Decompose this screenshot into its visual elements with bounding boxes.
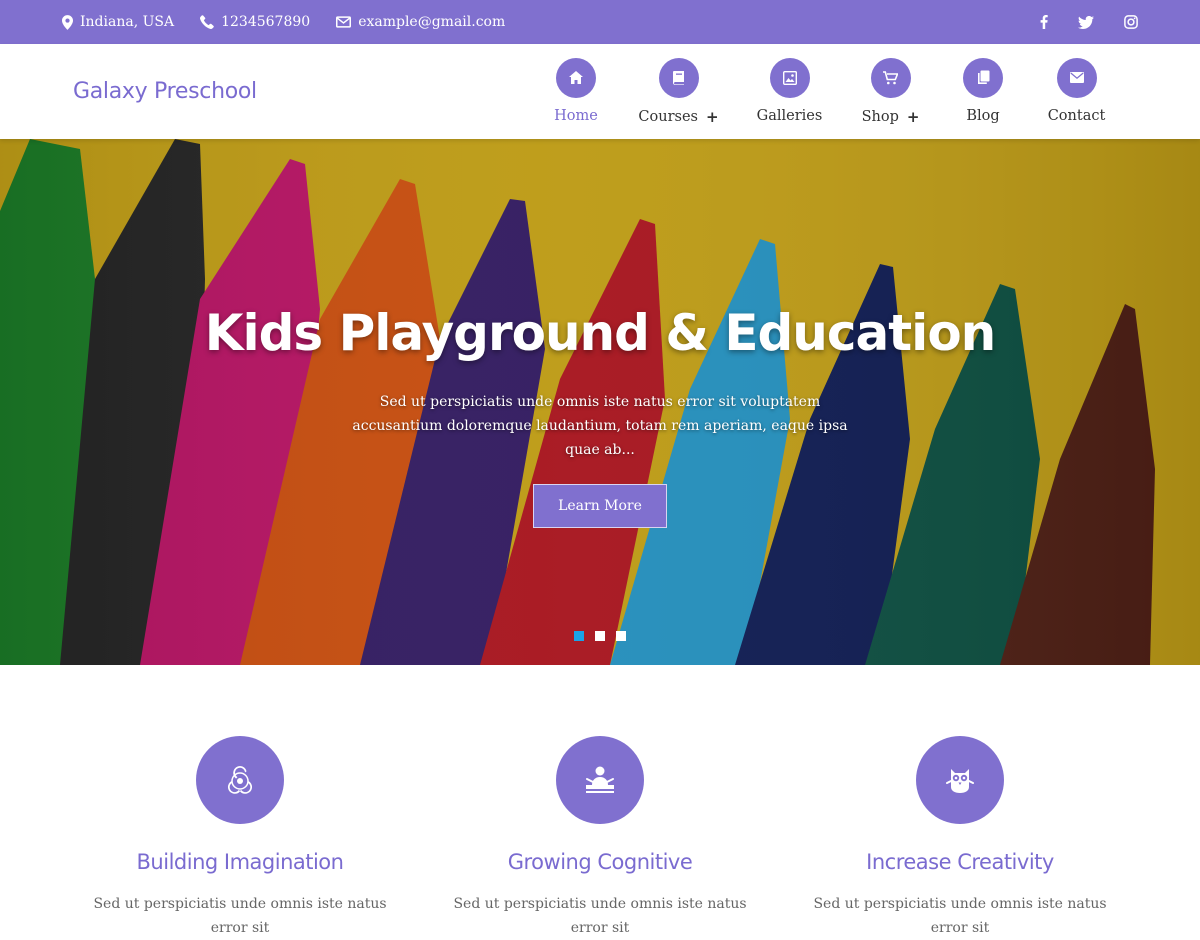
main-nav: Home Courses + Galleries Shop + Blog Con… bbox=[536, 57, 1130, 126]
email-text[interactable]: example@gmail.com bbox=[358, 14, 505, 30]
location-info: Indiana, USA bbox=[62, 14, 174, 30]
nav-label-shop: Shop bbox=[861, 108, 899, 125]
learn-more-button[interactable]: Learn More bbox=[533, 484, 667, 528]
biohazard-icon bbox=[196, 736, 284, 824]
nav-label-blog: Blog bbox=[966, 107, 1000, 124]
feature-title: Growing Cognitive bbox=[507, 850, 693, 874]
book-icon bbox=[658, 57, 699, 98]
feature-building-imagination: Building Imagination Sed ut perspiciatis… bbox=[60, 736, 420, 940]
feature-increase-creativity: Increase Creativity Sed ut perspiciatis … bbox=[780, 736, 1140, 940]
social-links bbox=[1040, 15, 1138, 29]
cart-icon bbox=[870, 57, 911, 98]
feature-text: Sed ut perspiciatis unde omnis iste natu… bbox=[453, 896, 747, 936]
nav-item-galleries[interactable]: Galleries bbox=[741, 57, 838, 126]
courses-expand-icon[interactable]: + bbox=[706, 108, 719, 126]
nav-item-blog[interactable]: Blog bbox=[943, 57, 1023, 126]
slider-dots bbox=[0, 631, 1200, 641]
nav-item-home[interactable]: Home bbox=[536, 57, 616, 126]
gallery-icon bbox=[769, 57, 810, 98]
slider-dot-3[interactable] bbox=[616, 631, 626, 641]
nav-item-courses[interactable]: Courses + bbox=[616, 57, 741, 126]
nav-item-contact[interactable]: Contact bbox=[1023, 57, 1130, 126]
hero-slider: Kids Playground & Education Sed ut persp… bbox=[0, 139, 1200, 665]
top-bar: Indiana, USA 1234567890 example@gmail.co… bbox=[0, 0, 1200, 44]
teacher-icon bbox=[556, 736, 644, 824]
feature-text: Sed ut perspiciatis unde omnis iste natu… bbox=[813, 896, 1107, 936]
feature-growing-cognitive: Growing Cognitive Sed ut perspiciatis un… bbox=[420, 736, 780, 940]
shop-expand-icon[interactable]: + bbox=[907, 108, 920, 126]
site-header: Galaxy Preschool Home Courses + Galleries… bbox=[0, 44, 1200, 139]
hero-description: Sed ut perspiciatis unde omnis iste natu… bbox=[352, 394, 848, 458]
twitter-icon[interactable] bbox=[1078, 15, 1094, 29]
phone-info[interactable]: 1234567890 bbox=[200, 14, 310, 30]
map-marker-icon bbox=[62, 14, 73, 30]
hero-title: Kids Playground & Education bbox=[204, 304, 997, 362]
features-section: Building Imagination Sed ut perspiciatis… bbox=[0, 665, 1200, 940]
nav-label-galleries: Galleries bbox=[756, 107, 823, 124]
email-info[interactable]: example@gmail.com bbox=[336, 14, 505, 30]
nav-item-shop[interactable]: Shop + bbox=[838, 57, 943, 126]
phone-text[interactable]: 1234567890 bbox=[221, 14, 310, 30]
location-text: Indiana, USA bbox=[80, 14, 175, 30]
feature-title: Increase Creativity bbox=[866, 850, 1054, 874]
phone-icon bbox=[200, 15, 214, 29]
envelope-icon bbox=[1056, 57, 1097, 98]
site-logo[interactable]: Galaxy Preschool bbox=[73, 79, 257, 104]
owl-icon bbox=[916, 736, 1004, 824]
nav-label-home: Home bbox=[554, 107, 598, 124]
copy-icon bbox=[963, 57, 1003, 98]
feature-title: Building Imagination bbox=[136, 850, 344, 874]
feature-text: Sed ut perspiciatis unde omnis iste natu… bbox=[93, 896, 387, 936]
slider-dot-2[interactable] bbox=[595, 631, 605, 641]
nav-label-contact: Contact bbox=[1047, 107, 1106, 124]
instagram-icon[interactable] bbox=[1124, 15, 1138, 29]
facebook-icon[interactable] bbox=[1040, 15, 1048, 29]
hero-content: Kids Playground & Education Sed ut persp… bbox=[0, 304, 1200, 528]
envelope-outline-icon bbox=[336, 16, 352, 28]
nav-label-courses: Courses bbox=[638, 108, 698, 125]
home-icon bbox=[556, 57, 596, 98]
slider-dot-1[interactable] bbox=[574, 631, 584, 641]
